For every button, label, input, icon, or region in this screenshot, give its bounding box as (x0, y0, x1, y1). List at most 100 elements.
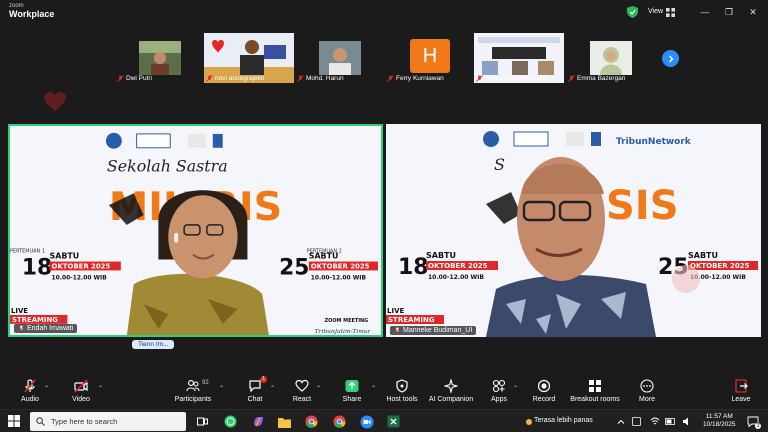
host-tools-button[interactable]: Host tools (374, 379, 430, 403)
mic-muted-icon (568, 75, 575, 82)
participant-name: TRIBUNJATIM NETW... (485, 75, 554, 82)
search-icon (36, 417, 45, 426)
notification-count: 3 (755, 423, 761, 429)
next-page-button[interactable] (662, 50, 679, 67)
people-icon (186, 380, 200, 392)
whatsapp-icon[interactable] (222, 413, 239, 430)
leave-icon (735, 379, 748, 393)
battery-icon[interactable] (662, 413, 679, 430)
network-icon[interactable] (646, 413, 663, 430)
apps-label: Apps (491, 396, 507, 403)
event-banner: Sekolah Sastra MIKIRIS PERTEMUAN 1 18 SA… (10, 126, 381, 335)
react-options-chevron-icon[interactable]: ⌃ (316, 385, 321, 392)
day1-number: 18 (22, 255, 52, 280)
zoom-window: zoom Workplace View — ❐ ✕ Dwi Putri novi… (0, 0, 768, 432)
participant-tile[interactable]: Emma Bazergan (566, 33, 656, 83)
mic-muted-icon (18, 325, 25, 332)
day2-day: SABTU (688, 251, 718, 260)
breakout-rooms-button[interactable]: Breakout rooms (567, 379, 623, 403)
record-icon (537, 379, 551, 393)
copilot-icon[interactable] (250, 413, 267, 430)
breakout-label: Breakout rooms (570, 396, 620, 403)
audio-options-chevron-icon[interactable]: ⌃ (44, 385, 49, 392)
excel-icon[interactable] (385, 413, 402, 430)
react-button[interactable]: React (274, 379, 330, 403)
mic-muted-icon (394, 327, 401, 334)
streaming-label: STREAMING (12, 316, 58, 324)
close-icon[interactable]: ✕ (744, 4, 762, 20)
video-name-tag: Endah Imawati (14, 324, 78, 333)
event-banner: TribunNetwork S SIS 18 SABTU OKTOBER 202… (386, 124, 761, 337)
banner-brand: TribunNetwork (616, 137, 692, 147)
mic-muted-icon (206, 75, 213, 82)
view-button[interactable]: View (644, 5, 679, 19)
participant-label: Dwi Putri (117, 75, 152, 82)
more-icon (640, 379, 654, 393)
mic-muted-icon (117, 75, 124, 82)
notification-icon[interactable]: 3 (744, 413, 761, 430)
audio-button[interactable]: Audio (2, 379, 58, 403)
breakout-grid-icon (589, 380, 601, 392)
day1-time: 10.00-12.00 WIB (52, 274, 108, 281)
participant-tile[interactable]: Mohd. Harun (295, 33, 385, 83)
video-options-chevron-icon[interactable]: ⌃ (98, 385, 103, 392)
view-label: View (648, 8, 664, 15)
task-view-icon[interactable] (194, 413, 211, 430)
windows-start-icon[interactable] (8, 415, 20, 427)
participant-strip: Dwi Putri novi anoegrajekti Mohd. Harun … (0, 25, 768, 87)
streaming-label: STREAMING (388, 316, 435, 324)
restore-icon[interactable]: ❐ (720, 4, 738, 20)
title-bar: zoom Workplace View — ❐ ✕ (0, 0, 768, 25)
app-brand: zoom Workplace (9, 3, 54, 19)
record-button[interactable]: Record (516, 379, 572, 403)
more-button[interactable]: More (619, 379, 675, 403)
chrome-icon[interactable] (303, 413, 320, 430)
leave-button[interactable]: Leave (713, 379, 768, 403)
participant-tile[interactable]: novi anoegrajekti (204, 33, 294, 83)
day2-month: OKTOBER 2025 (690, 262, 750, 270)
participant-tile[interactable]: H Ferry Kurniawan (385, 33, 475, 83)
volume-icon[interactable] (678, 413, 695, 430)
grid-icon (666, 7, 676, 17)
tray-chevron-icon[interactable] (612, 413, 629, 430)
search-placeholder: Type here to search (51, 417, 118, 426)
minimize-icon[interactable]: — (696, 4, 714, 20)
day2-time: 10.00-12.00 WIB (311, 274, 367, 281)
participants-options-chevron-icon[interactable]: ⌃ (219, 385, 224, 392)
day2-number: 25 (279, 255, 309, 280)
chrome-icon[interactable] (331, 413, 348, 430)
hover-name-label: Tienn Im... (132, 340, 175, 349)
participant-name: Emma Bazergan (577, 75, 626, 82)
sparkle-icon (444, 379, 458, 393)
chevron-right-icon (668, 55, 673, 62)
clock-time: 11:57 AM (705, 413, 733, 420)
shield-icon[interactable] (627, 6, 638, 18)
participant-label: TRIBUNJATIM NETW... (476, 75, 554, 82)
apps-icon (492, 379, 506, 393)
participant-tile[interactable]: TRIBUNJATIM NETW... (474, 33, 564, 83)
heart-reaction-icon (44, 92, 66, 111)
participant-video-large[interactable]: TribunNetwork S SIS 18 SABTU OKTOBER 202… (386, 124, 761, 337)
video-name-tag: Manneke Budiman_UI (390, 326, 477, 335)
svg-text:S: S (494, 155, 505, 174)
speaker-video[interactable]: Sekolah Sastra MIKIRIS PERTEMUAN 1 18 SA… (8, 124, 383, 337)
zoom-icon[interactable] (358, 413, 375, 430)
participant-tile[interactable]: Dwi Putri (115, 33, 205, 83)
mic-muted-icon (297, 75, 304, 82)
leave-label: Leave (731, 396, 751, 403)
svg-text:SIS: SIS (606, 183, 679, 229)
meeting-toolbar: Audio ⌃ Video ⌃ 92 Participants ⌃ 1 Chat… (0, 375, 768, 409)
participant-name: Dwi Putri (126, 75, 153, 82)
day1-tag: PERTEMUAN 1 (10, 249, 45, 255)
day1-month: OKTOBER 2025 (428, 262, 488, 270)
taskbar-clock[interactable]: 11:57 AM 10/18/2025 (703, 413, 736, 429)
tray-app-icon[interactable] (628, 413, 645, 430)
taskbar-search[interactable]: Type here to search (30, 412, 186, 431)
audio-label: Audio (21, 396, 39, 403)
participant-label: Emma Bazergan (568, 75, 625, 82)
react-label: React (292, 396, 312, 403)
file-explorer-icon[interactable] (276, 413, 293, 430)
record-label: Record (532, 396, 556, 403)
participants-button[interactable]: 92 Participants (165, 379, 221, 403)
day1-time: 10.00-12.00 WIB (428, 274, 484, 281)
